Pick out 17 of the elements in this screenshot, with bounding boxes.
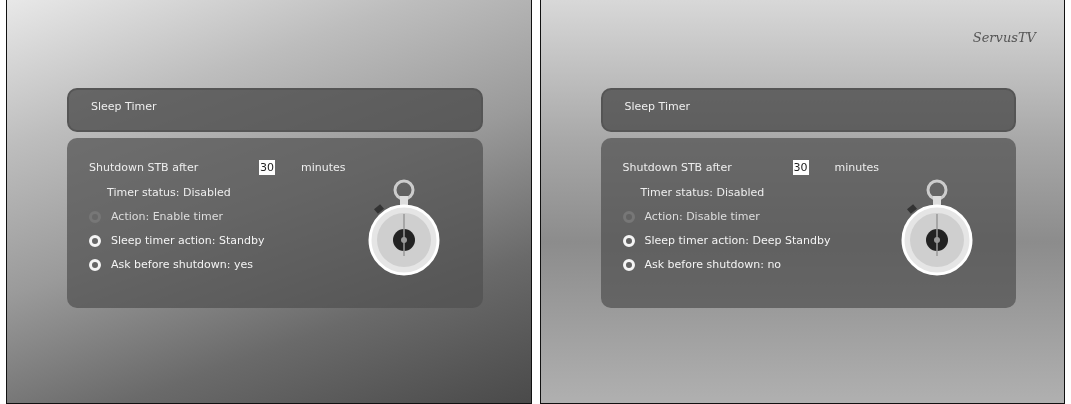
unit-label: minutes (834, 161, 880, 174)
menu-option[interactable]: Sleep timer action: Deep Standby (644, 234, 831, 247)
stopwatch-icon (366, 178, 441, 278)
channel-logo: ServusTV (972, 30, 1036, 45)
status-text: Timer status: Disabled (107, 186, 231, 199)
stopwatch-icon (900, 178, 974, 278)
menu-option[interactable]: Ask before shutdown: yes (111, 258, 253, 271)
setting-label: Shutdown STB after (622, 161, 733, 174)
unit-label: minutes (301, 161, 346, 174)
minutes-input[interactable]: 30 (792, 160, 809, 175)
setting-label: Shutdown STB after (89, 161, 200, 174)
window-title: Sleep Timer (624, 99, 690, 113)
window-title: Sleep Timer (91, 99, 157, 113)
menu-option[interactable]: Sleep timer action: Standby (111, 234, 265, 247)
status-text: Timer status: Disabled (640, 186, 765, 199)
minutes-input[interactable]: 30 (259, 160, 275, 175)
menu-option[interactable]: Ask before shutdown: no (644, 258, 782, 271)
